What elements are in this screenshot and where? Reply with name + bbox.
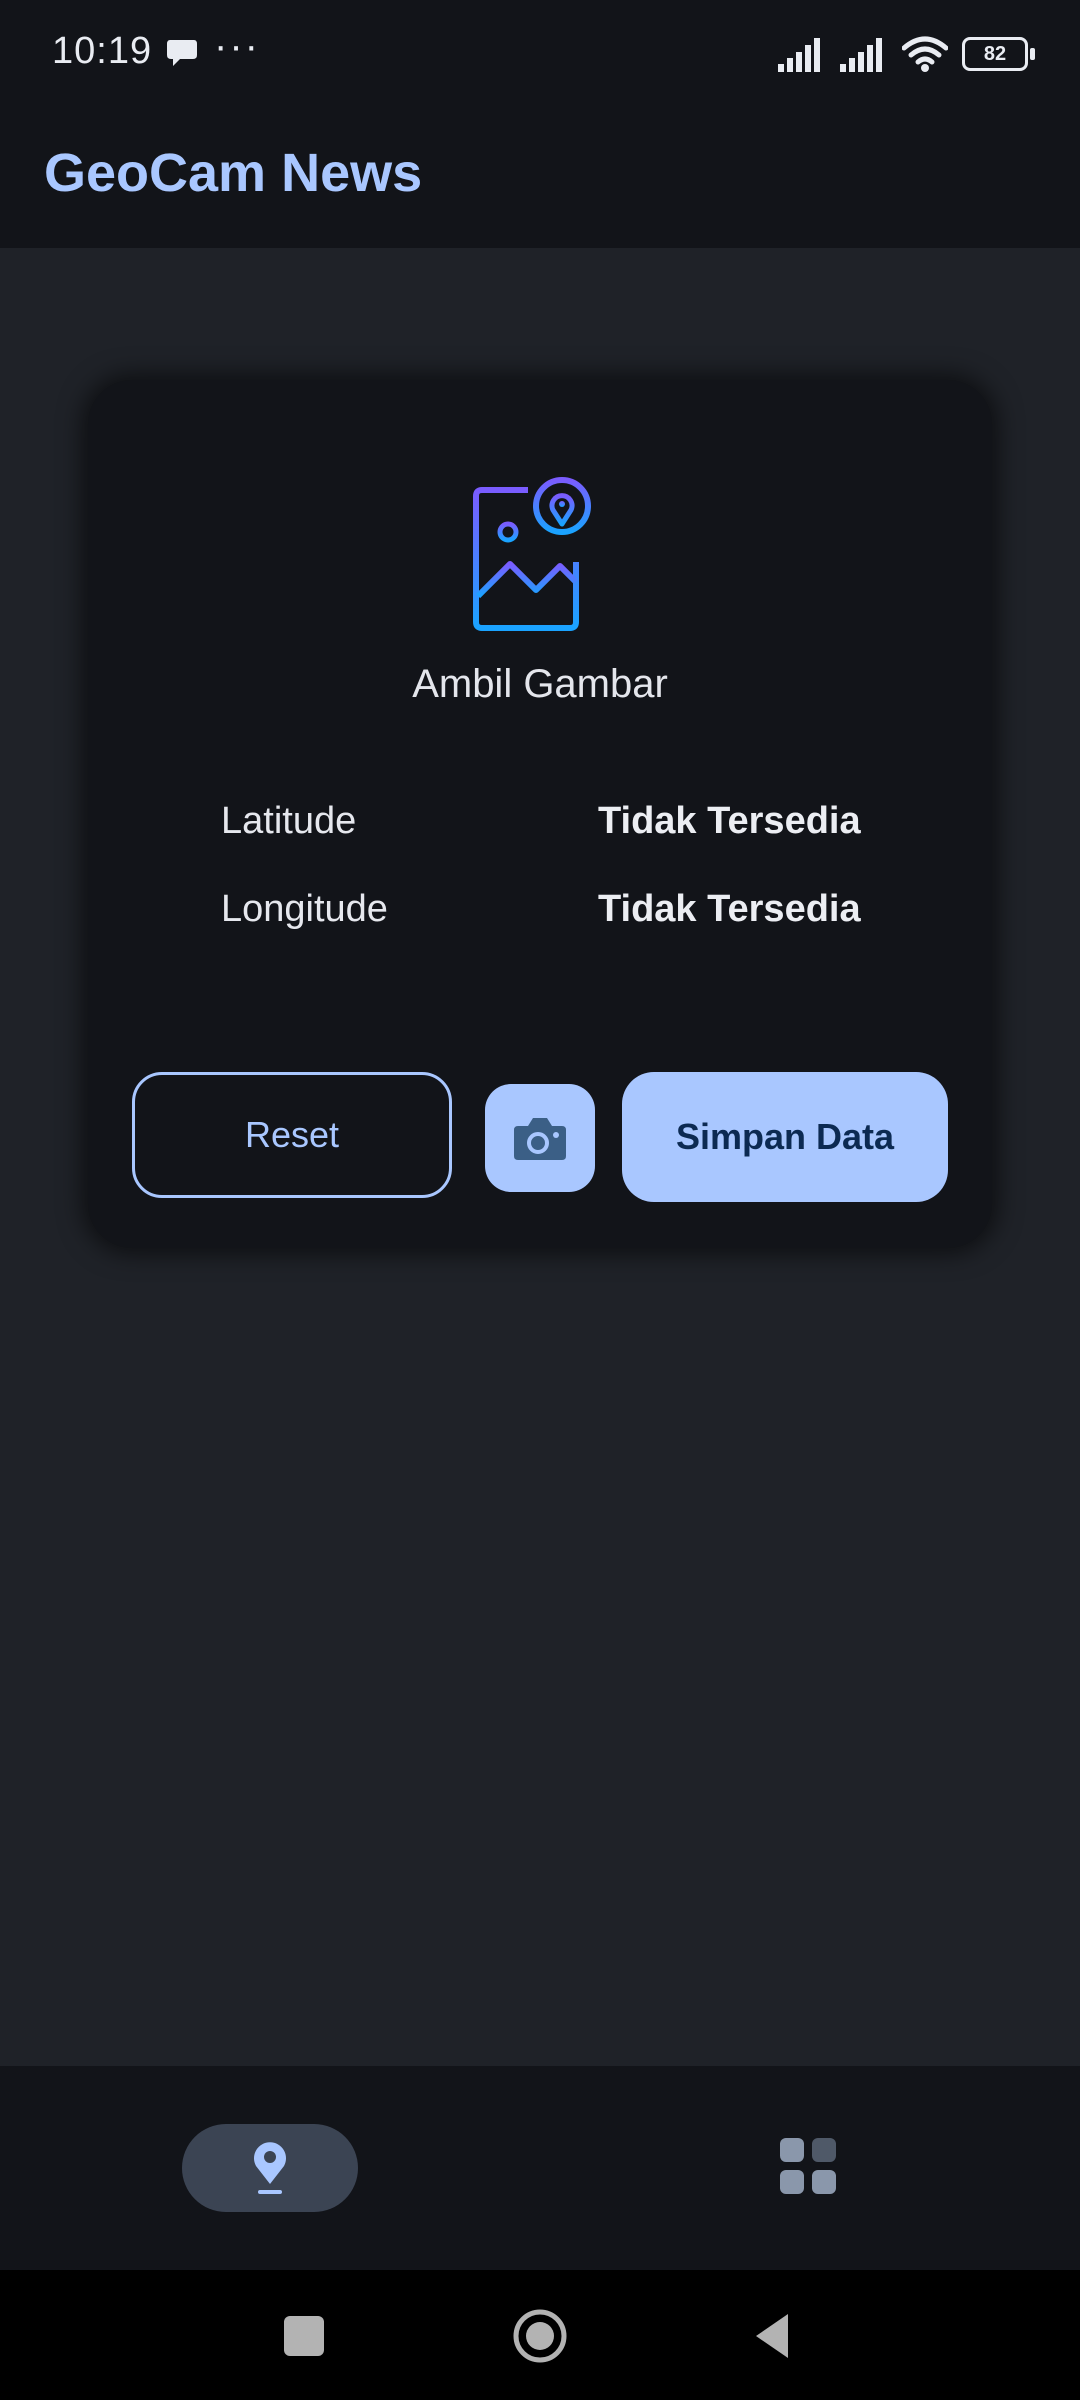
status-bar: 10:19 ··· 82 xyxy=(0,0,1080,110)
longitude-label: Longitude xyxy=(221,888,388,930)
bottom-nav xyxy=(0,2066,1080,2270)
back-button[interactable] xyxy=(752,2312,792,2360)
save-data-button[interactable]: Simpan Data xyxy=(622,1072,948,1202)
take-picture-label: Ambil Gambar xyxy=(412,662,668,706)
capture-card: Ambil Gambar Latitude Tidak Tersedia Lon… xyxy=(88,380,992,1248)
image-location-icon[interactable] xyxy=(470,476,610,636)
battery-icon: 82 xyxy=(962,37,1035,71)
more-dots-icon: ··· xyxy=(214,24,260,68)
camera-icon xyxy=(514,1118,566,1160)
battery-level: 82 xyxy=(983,42,1007,65)
wifi-icon xyxy=(902,36,948,72)
latitude-value: Tidak Tersedia xyxy=(598,800,861,842)
camera-button[interactable] xyxy=(485,1084,595,1192)
signal-icon xyxy=(840,38,882,72)
system-navigation-bar xyxy=(0,2270,1080,2400)
reset-button[interactable]: Reset xyxy=(132,1072,452,1198)
nav-item-location[interactable] xyxy=(182,2124,358,2212)
longitude-value: Tidak Tersedia xyxy=(598,888,861,930)
grid-icon[interactable] xyxy=(780,2138,836,2194)
recents-button[interactable] xyxy=(284,2316,324,2356)
latitude-label: Latitude xyxy=(221,800,357,842)
home-button[interactable] xyxy=(512,2308,568,2364)
location-pin-icon xyxy=(254,2142,286,2194)
app-title: GeoCam News xyxy=(44,143,423,203)
chat-bubble-icon xyxy=(167,40,197,66)
app-bar: GeoCam News xyxy=(0,110,1080,248)
signal-icon xyxy=(778,38,820,72)
status-time: 10:19 xyxy=(52,30,153,72)
